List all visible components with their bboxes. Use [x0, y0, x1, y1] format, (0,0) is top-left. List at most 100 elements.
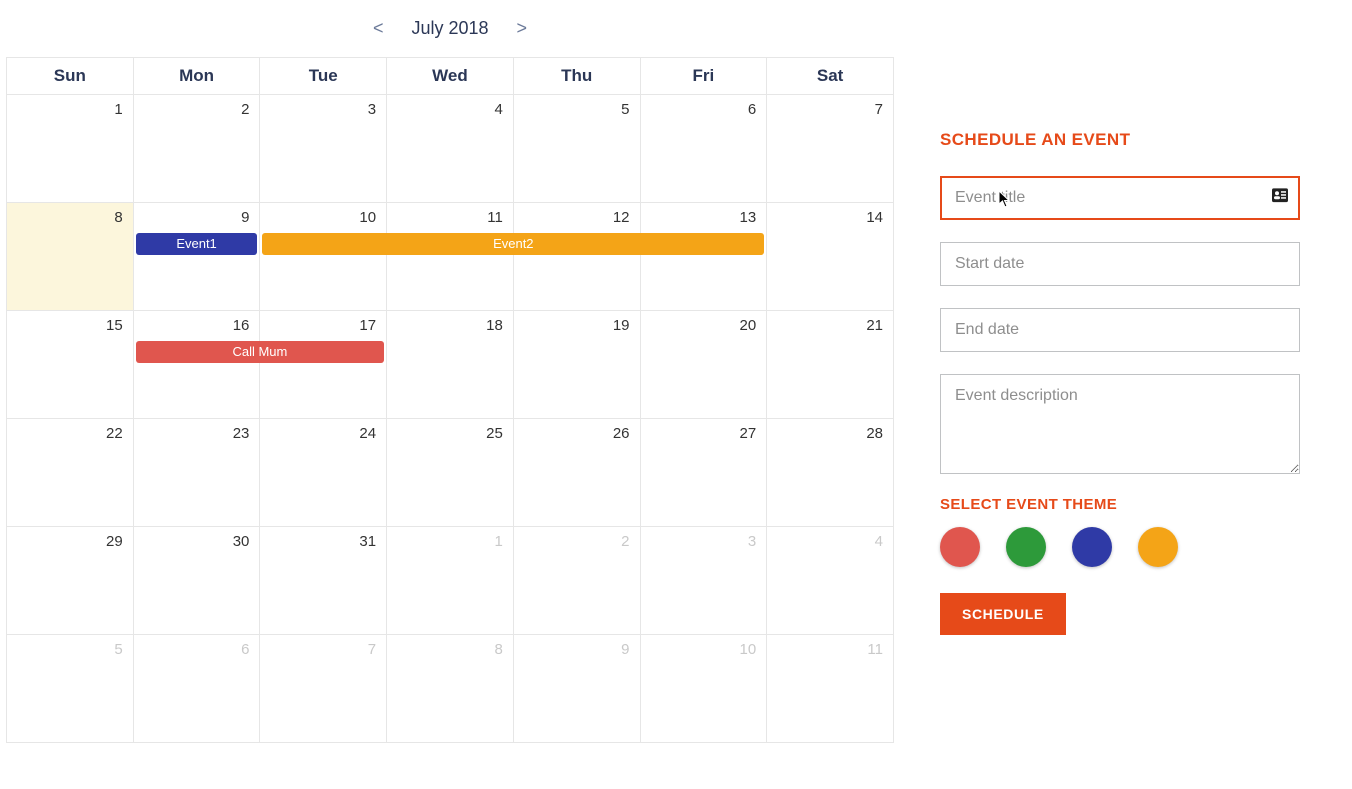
month-title: July 2018	[411, 18, 488, 39]
event-description-input[interactable]	[940, 374, 1300, 474]
day-cell[interactable]: 7	[767, 95, 894, 203]
day-cell[interactable]: 2	[133, 95, 260, 203]
day-number: 26	[613, 425, 630, 442]
day-cell[interactable]: 11	[767, 635, 894, 743]
day-number: 8	[114, 209, 122, 226]
day-cell[interactable]: 30	[133, 527, 260, 635]
day-number: 23	[233, 425, 250, 442]
day-cell[interactable]: 2	[513, 527, 640, 635]
day-number: 20	[740, 317, 757, 334]
day-cell[interactable]: 22	[7, 419, 134, 527]
day-cell[interactable]: 16Call Mum	[133, 311, 260, 419]
day-cell[interactable]: 4	[387, 95, 514, 203]
weekday-header: Thu	[513, 58, 640, 95]
day-cell[interactable]: 10Event2	[260, 203, 387, 311]
day-number: 18	[486, 317, 503, 334]
calendar-grid: SunMonTueWedThuFriSat 123456789Event110E…	[6, 57, 894, 743]
day-cell[interactable]: 14	[767, 203, 894, 311]
day-cell[interactable]: 1	[387, 527, 514, 635]
day-number: 1	[494, 533, 502, 550]
day-cell[interactable]: 18	[387, 311, 514, 419]
day-cell[interactable]: 17	[260, 311, 387, 419]
weekday-header: Tue	[260, 58, 387, 95]
theme-swatches	[940, 527, 1290, 567]
schedule-button[interactable]: SCHEDULE	[940, 593, 1066, 635]
day-cell[interactable]: 29	[7, 527, 134, 635]
day-number: 7	[875, 101, 883, 118]
theme-swatch[interactable]	[1006, 527, 1046, 567]
day-number: 21	[866, 317, 883, 334]
day-number: 10	[740, 641, 757, 658]
day-number: 1	[114, 101, 122, 118]
day-number: 27	[740, 425, 757, 442]
day-number: 11	[487, 209, 503, 226]
day-number: 31	[359, 533, 376, 550]
weekday-header: Sat	[767, 58, 894, 95]
day-number: 19	[613, 317, 630, 334]
day-number: 4	[875, 533, 883, 550]
day-cell[interactable]: 19	[513, 311, 640, 419]
theme-swatch[interactable]	[1138, 527, 1178, 567]
day-cell[interactable]: 4	[767, 527, 894, 635]
calendar-header: < July 2018 >	[6, 6, 894, 57]
start-date-input[interactable]	[940, 242, 1300, 286]
theme-swatch[interactable]	[1072, 527, 1112, 567]
day-number: 9	[241, 209, 249, 226]
day-number: 11	[867, 641, 883, 658]
theme-label: SELECT EVENT THEME	[940, 496, 1290, 513]
weekday-header: Wed	[387, 58, 514, 95]
day-number: 25	[486, 425, 503, 442]
day-number: 12	[613, 209, 630, 226]
day-number: 4	[494, 101, 502, 118]
day-cell[interactable]: 28	[767, 419, 894, 527]
day-number: 22	[106, 425, 123, 442]
day-cell[interactable]: 31	[260, 527, 387, 635]
day-cell[interactable]: 3	[640, 527, 767, 635]
end-date-input[interactable]	[940, 308, 1300, 352]
day-cell[interactable]: 24	[260, 419, 387, 527]
event-title-input[interactable]	[940, 176, 1300, 220]
day-number: 5	[621, 101, 629, 118]
day-number: 24	[359, 425, 376, 442]
day-cell[interactable]: 9 Event1	[133, 203, 260, 311]
day-cell[interactable]: 12	[513, 203, 640, 311]
day-cell[interactable]: 13	[640, 203, 767, 311]
day-cell[interactable]: 25	[387, 419, 514, 527]
day-number: 10	[359, 209, 376, 226]
day-cell[interactable]: 5	[7, 635, 134, 743]
day-cell[interactable]: 6	[640, 95, 767, 203]
day-number: 5	[114, 641, 122, 658]
day-cell[interactable]: 8	[387, 635, 514, 743]
day-cell[interactable]: 9	[513, 635, 640, 743]
day-cell[interactable]: 10	[640, 635, 767, 743]
event-form-pane: SCHEDULE AN EVENT SELECT EVENT THEME SCH…	[900, 0, 1340, 743]
next-month-button[interactable]: >	[509, 14, 536, 43]
day-number: 14	[866, 209, 883, 226]
day-number: 8	[494, 641, 502, 658]
theme-swatch[interactable]	[940, 527, 980, 567]
day-cell[interactable]: 27	[640, 419, 767, 527]
day-cell[interactable]: 3	[260, 95, 387, 203]
day-cell[interactable]: 15	[7, 311, 134, 419]
day-number: 17	[359, 317, 376, 334]
form-title: SCHEDULE AN EVENT	[940, 130, 1290, 150]
day-cell[interactable]: 23	[133, 419, 260, 527]
day-cell[interactable]: 26	[513, 419, 640, 527]
day-cell[interactable]: 5	[513, 95, 640, 203]
day-cell[interactable]: 7	[260, 635, 387, 743]
weekday-header: Sun	[7, 58, 134, 95]
day-cell[interactable]: 21	[767, 311, 894, 419]
day-cell[interactable]: 8	[7, 203, 134, 311]
day-number: 15	[106, 317, 123, 334]
prev-month-button[interactable]: <	[365, 14, 392, 43]
weekday-header: Mon	[133, 58, 260, 95]
calendar-pane: < July 2018 > SunMonTueWedThuFriSat 1234…	[0, 0, 900, 743]
event-bar[interactable]: Event1	[136, 233, 258, 255]
day-number: 3	[368, 101, 376, 118]
day-cell[interactable]: 6	[133, 635, 260, 743]
day-cell[interactable]: 11	[387, 203, 514, 311]
day-number: 2	[621, 533, 629, 550]
day-cell[interactable]: 20	[640, 311, 767, 419]
weekday-header: Fri	[640, 58, 767, 95]
day-cell[interactable]: 1	[7, 95, 134, 203]
